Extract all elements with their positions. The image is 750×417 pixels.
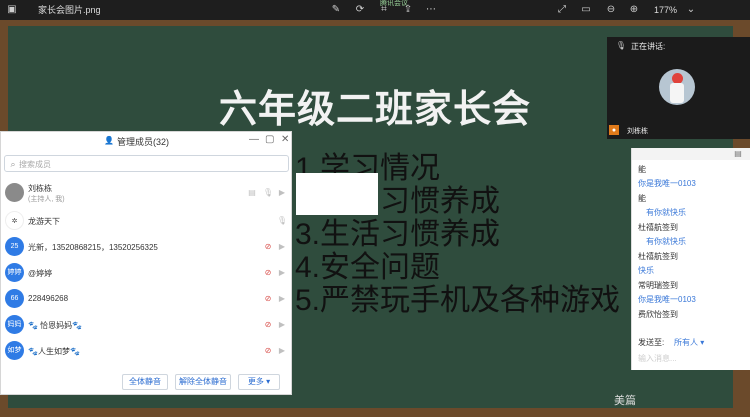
member-avatar (5, 183, 24, 202)
chat-message: 你是我唯一0103 (638, 179, 696, 188)
member-name: 龙游天下 (28, 217, 60, 226)
close-button[interactable]: ✕ (281, 134, 289, 145)
mic-muted-icon[interactable]: ⊘ (263, 294, 273, 304)
speaker-avatar (659, 69, 695, 105)
unmute-all-button[interactable]: 解除全体静音 (175, 374, 231, 390)
screen-share-icon[interactable]: ▤ (247, 188, 257, 198)
chat-input[interactable]: 输入消息... (638, 353, 677, 364)
maximize-button[interactable]: ▢ (265, 134, 274, 145)
member-row[interactable]: ✲ 龙游天下 🎙 (1, 208, 293, 234)
chat-message: 杜禧航签到 (638, 252, 678, 261)
zoom-in-icon[interactable]: ⊕ (628, 4, 640, 16)
mute-all-button[interactable]: 全体静音 (122, 374, 168, 390)
share-icon[interactable]: ⇪ (402, 4, 414, 16)
mic-muted-icon[interactable]: ⊘ (263, 320, 273, 330)
speaker-name: 刘栋栋 (627, 128, 648, 135)
agenda-item: 3.生活习惯养成 (295, 218, 501, 251)
member-management-panel: 👤 管理成员(32) — ▢ ✕ ⌕ 搜索成员 刘栋栋 (主持人, 我) ▤ 🎙… (0, 131, 292, 395)
edit-icon[interactable]: ✎ (330, 4, 342, 16)
image-icon: ▣ (7, 4, 17, 15)
viewer-filename: 家长会图片.png (38, 5, 101, 15)
send-to-label: 发送至: (638, 338, 665, 347)
agenda-item: 5.严禁玩手机及各种游戏 (295, 284, 621, 317)
member-avatar: 婷婷 (5, 263, 24, 282)
member-avatar: 如梦 (5, 341, 24, 360)
search-icon: ⌕ (10, 159, 16, 169)
rotate-icon[interactable]: ⟳ (354, 4, 366, 16)
speaker-label: 正在讲话: (631, 42, 666, 51)
chat-message: 常明瑞签到 (638, 281, 678, 290)
member-row[interactable]: 妈妈 🐾 恰恩妈妈🐾 ⊘ ▶ (1, 312, 293, 338)
member-name: 光新，13520868215，13520256325 (28, 243, 158, 252)
fit-icon[interactable]: ▭ (580, 4, 592, 16)
camera-icon[interactable]: ▶ (277, 242, 287, 252)
camera-icon[interactable]: ▶ (277, 268, 287, 278)
member-avatar: 66 (5, 289, 24, 308)
mic-muted-icon[interactable]: ⊘ (263, 268, 273, 278)
mic-muted-icon[interactable]: ⊘ (263, 346, 273, 356)
chat-panel: ▤ 能 你是我唯一0103 能 有你就快乐 杜禧航签到 有你就快乐 杜禧航签到 … (631, 148, 750, 370)
chat-message: 费欣怡签到 (638, 310, 678, 319)
member-avatar: ✲ (5, 211, 24, 230)
mic-muted-icon[interactable]: ⊘ (263, 242, 273, 252)
agenda-item: 4.安全问题 (295, 251, 441, 284)
blank-overlay (296, 173, 378, 215)
member-icon: 👤 (104, 136, 114, 145)
mic-icon: 🎙 (615, 41, 627, 50)
member-name: 228496268 (28, 294, 69, 303)
chat-message: 能 (638, 194, 646, 203)
fullscreen-icon[interactable]: ⤢ (556, 4, 568, 16)
camera-icon[interactable]: ▶ (277, 320, 287, 330)
mic-icon[interactable]: 🎙 (277, 216, 287, 226)
send-to-select[interactable]: 所有人 ▾ (674, 337, 704, 348)
chevron-down-icon[interactable]: ⌄ (685, 4, 697, 16)
member-row[interactable]: 如梦 🐾人生如梦🐾 ⊘ ▶ (1, 338, 293, 364)
member-row[interactable]: 66 228496268 ⊘ ▶ (1, 286, 293, 312)
member-name: 🐾 恰恩妈妈🐾 (28, 321, 83, 330)
member-row[interactable]: 刘栋栋 (主持人, 我) ▤ 🎙 ▶ (1, 180, 293, 208)
camera-icon[interactable]: ▶ (277, 188, 287, 198)
user-icon: ● (609, 125, 619, 135)
chat-message: 快乐 (638, 266, 654, 275)
member-search-input[interactable]: ⌕ 搜索成员 (4, 155, 289, 172)
active-speaker-panel: 🎙 正在讲话: ● 刘栋栋 (607, 37, 750, 139)
member-name: 🐾人生如梦🐾 (28, 347, 80, 356)
member-row[interactable]: 25 光新，13520868215，13520256325 ⊘ ▶ (1, 234, 293, 260)
more-button[interactable]: 更多 ▾ (238, 374, 280, 390)
camera-icon[interactable]: ▶ (277, 294, 287, 304)
camera-icon[interactable]: ▶ (277, 346, 287, 356)
chat-message: 有你就快乐 (646, 208, 686, 217)
member-role: (主持人, 我) (28, 196, 65, 203)
more-icon[interactable]: ⋯ (425, 4, 437, 16)
watermark: 美篇 (614, 395, 636, 407)
panel-header: 👤 管理成员(32) — ▢ ✕ (1, 132, 293, 150)
chat-icon[interactable]: ▤ (732, 148, 744, 160)
zoom-out-icon[interactable]: ⊖ (605, 4, 617, 16)
chat-message: 你是我唯一0103 (638, 295, 696, 304)
minimize-button[interactable]: — (249, 134, 259, 145)
chat-message: 能 (638, 165, 646, 174)
mic-icon[interactable]: 🎙 (263, 188, 273, 198)
viewer-toolbar: ▣ 家长会图片.png ✎ ⟳ ⌗ 腾讯会议 ⇪ ⋯ ⤢ ▭ ⊖ ⊕ 177% … (0, 0, 750, 20)
zoom-level: 177% (654, 5, 678, 15)
member-avatar: 25 (5, 237, 24, 256)
panel-title: 管理成员(32) (117, 137, 170, 147)
member-name: @婷婷 (28, 269, 53, 278)
member-name: 刘栋栋 (28, 184, 52, 193)
chat-message: 有你就快乐 (646, 237, 686, 246)
search-placeholder: 搜索成员 (19, 160, 51, 169)
member-avatar: 妈妈 (5, 315, 24, 334)
member-row[interactable]: 婷婷 @婷婷 ⊘ ▶ (1, 260, 293, 286)
chat-message: 杜禧航签到 (638, 223, 678, 232)
chat-header: ▤ (632, 148, 750, 160)
